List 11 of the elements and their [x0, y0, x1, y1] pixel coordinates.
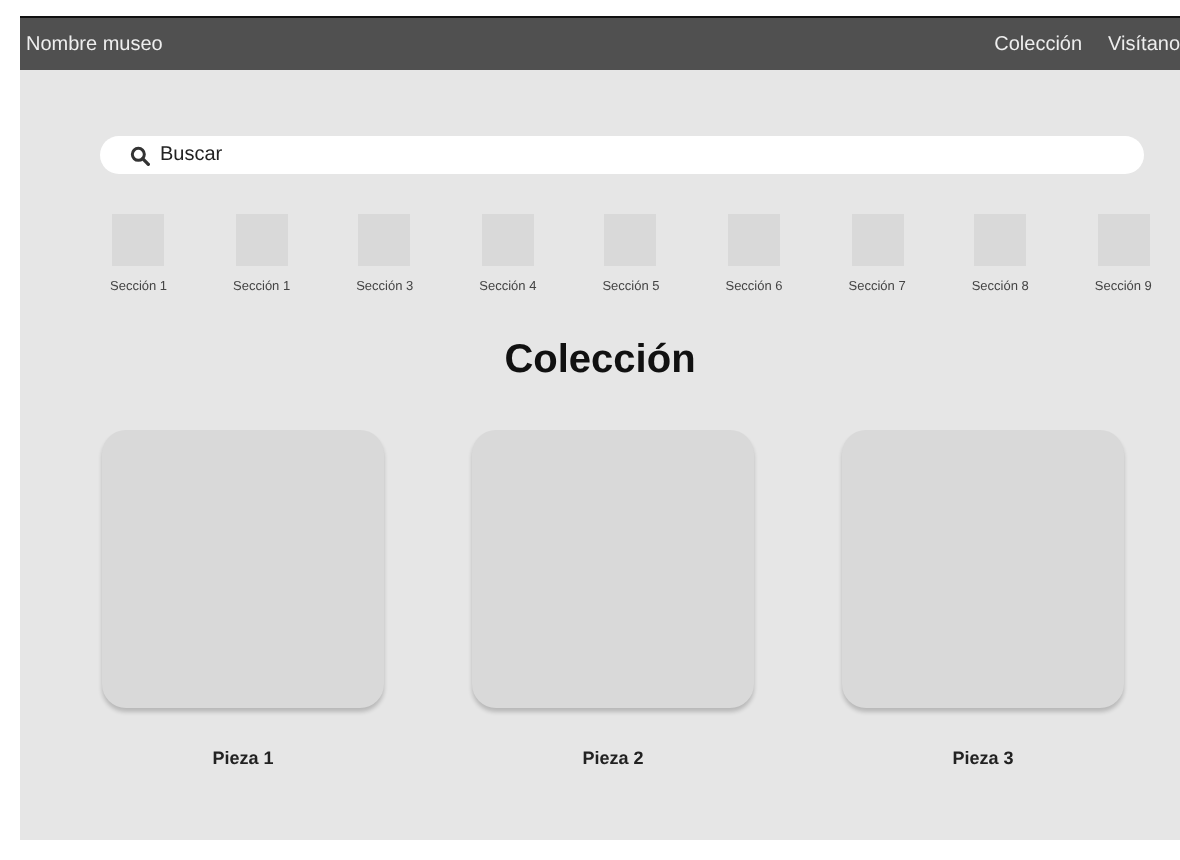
piece-title: Pieza 2: [582, 748, 644, 768]
piece-title: Pieza 1: [212, 748, 274, 768]
nav-link[interactable]: Visítano: [1108, 33, 1180, 55]
nav-link[interactable]: Colección: [994, 33, 1083, 55]
site-title: Nombre museo: [26, 33, 163, 55]
piece-card[interactable]: [842, 430, 1124, 708]
piece-card[interactable]: [102, 430, 384, 708]
piece-card[interactable]: [472, 430, 754, 708]
piece-title: Pieza 3: [952, 748, 1014, 768]
section-heading: Colección: [502, 338, 698, 384]
search-field[interactable]: Buscar: [100, 136, 1144, 174]
